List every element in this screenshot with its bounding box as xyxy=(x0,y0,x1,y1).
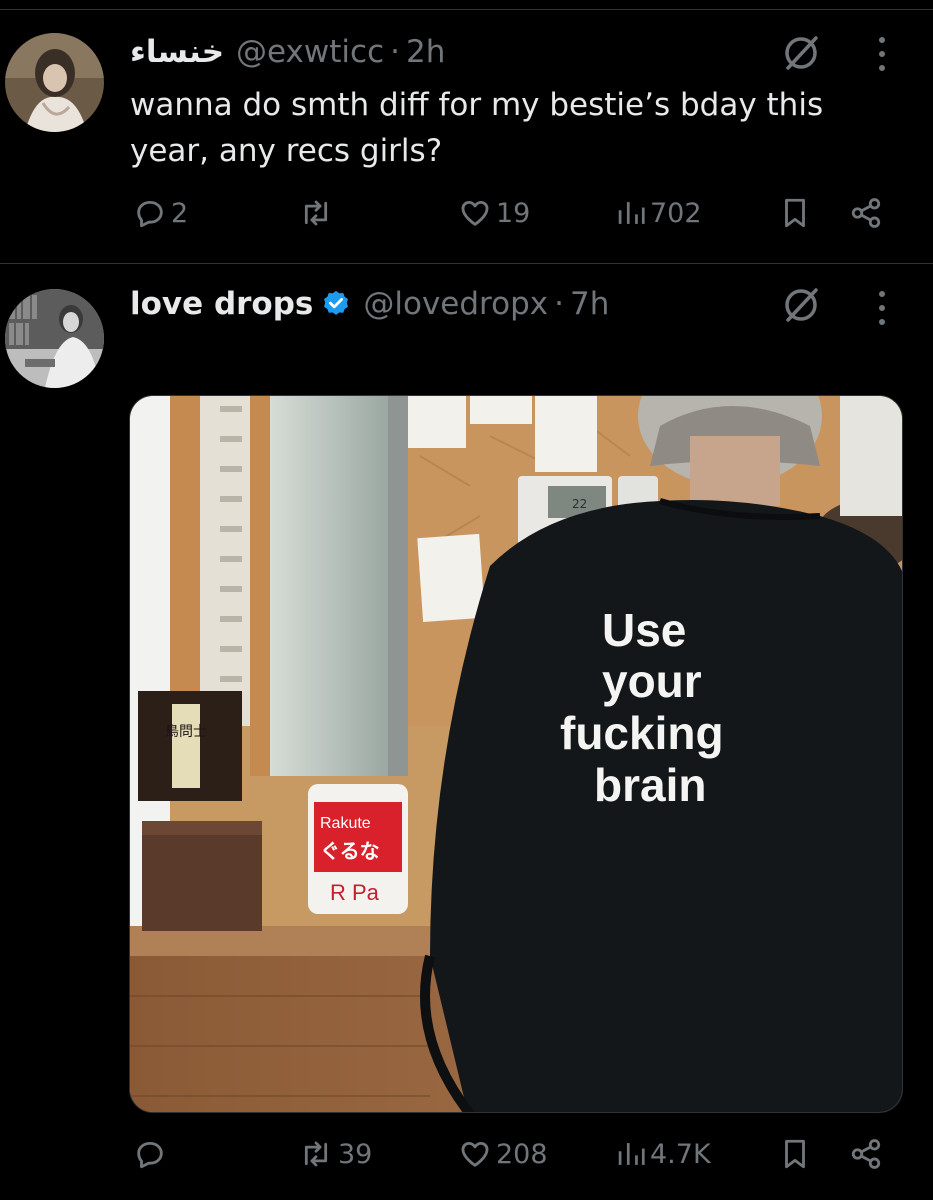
sign-sub: ぐるな xyxy=(320,840,380,863)
views-button[interactable]: 702 xyxy=(616,196,702,230)
display-name[interactable]: love drops xyxy=(130,286,313,322)
like-button[interactable]: 208 xyxy=(458,1137,548,1171)
timestamp[interactable]: 7h xyxy=(570,286,609,322)
shirt-line-3: fucking xyxy=(560,707,724,759)
sign-brand: Rakute xyxy=(320,815,371,832)
repost-icon xyxy=(304,1141,328,1167)
reply-icon xyxy=(137,1141,163,1169)
like-count: 208 xyxy=(496,1138,548,1170)
grok-slash-icon[interactable] xyxy=(780,284,822,326)
display-temp: 22 xyxy=(572,497,587,511)
tweet-header: love drops @lovedropx · 7h xyxy=(130,286,609,322)
views-count: 702 xyxy=(650,197,702,229)
display-name[interactable]: خنساء xyxy=(130,34,224,70)
reply-button[interactable] xyxy=(133,1137,171,1171)
views-bar-chart-icon xyxy=(618,202,645,224)
sign-bottom: R Pa xyxy=(330,880,380,905)
heart-icon xyxy=(461,200,489,226)
views-count: 4.7K xyxy=(650,1138,711,1170)
user-handle[interactable]: @lovedropx xyxy=(363,286,548,322)
views-bar-chart-icon xyxy=(618,1143,645,1165)
avatar[interactable] xyxy=(5,33,104,132)
reply-button[interactable]: 2 xyxy=(133,196,188,230)
repost-icon xyxy=(304,200,328,226)
box-label: 鳥問士 xyxy=(165,724,207,740)
share-button[interactable] xyxy=(849,1137,883,1171)
like-count: 19 xyxy=(496,197,531,229)
verified-badge-icon xyxy=(321,289,351,319)
more-vertical-icon[interactable] xyxy=(876,291,888,325)
grok-slash-icon[interactable] xyxy=(780,32,822,74)
tweet-photo[interactable]: 22 鳥問士 Rakute ぐるな R Pa Use your fucking … xyxy=(129,395,903,1113)
tweet-actions: 39 208 4.7K xyxy=(0,1137,933,1181)
repost-count: 39 xyxy=(338,1138,373,1170)
shirt-line-1: Use xyxy=(602,604,686,656)
views-button[interactable]: 4.7K xyxy=(616,1137,711,1171)
reply-icon xyxy=(137,200,163,228)
separator-dot: · xyxy=(390,34,400,70)
user-handle[interactable]: @exwticc xyxy=(236,34,384,70)
repost-button[interactable] xyxy=(298,196,338,230)
repost-button[interactable]: 39 xyxy=(298,1137,372,1171)
top-divider xyxy=(0,0,933,10)
bookmark-icon xyxy=(785,198,805,228)
bookmark-button[interactable] xyxy=(780,1137,810,1171)
tweet-1[interactable]: خنساء @exwticc · 2h wanna do smth diff f… xyxy=(0,10,933,264)
separator-dot: · xyxy=(554,286,564,322)
more-vertical-icon[interactable] xyxy=(876,37,888,71)
share-icon xyxy=(851,198,881,228)
share-icon xyxy=(851,1139,881,1169)
avatar[interactable] xyxy=(5,289,104,388)
shirt-line-2: your xyxy=(602,655,702,707)
shirt-line-4: brain xyxy=(594,759,706,811)
like-button[interactable]: 19 xyxy=(458,196,530,230)
tweet-header: خنساء @exwticc · 2h xyxy=(130,34,445,70)
tweet-actions: 2 19 702 xyxy=(0,196,933,240)
share-button[interactable] xyxy=(849,196,883,230)
bookmark-button[interactable] xyxy=(780,196,810,230)
timestamp[interactable]: 2h xyxy=(406,34,445,70)
tweet-2[interactable]: love drops @lovedropx · 7h 22 鳥問士 Rakute… xyxy=(0,266,933,1200)
tweet-text: wanna do smth diff for my bestie’s bday … xyxy=(130,87,824,169)
bookmark-icon xyxy=(785,1139,805,1169)
reply-count: 2 xyxy=(171,197,189,229)
heart-icon xyxy=(461,1141,489,1167)
